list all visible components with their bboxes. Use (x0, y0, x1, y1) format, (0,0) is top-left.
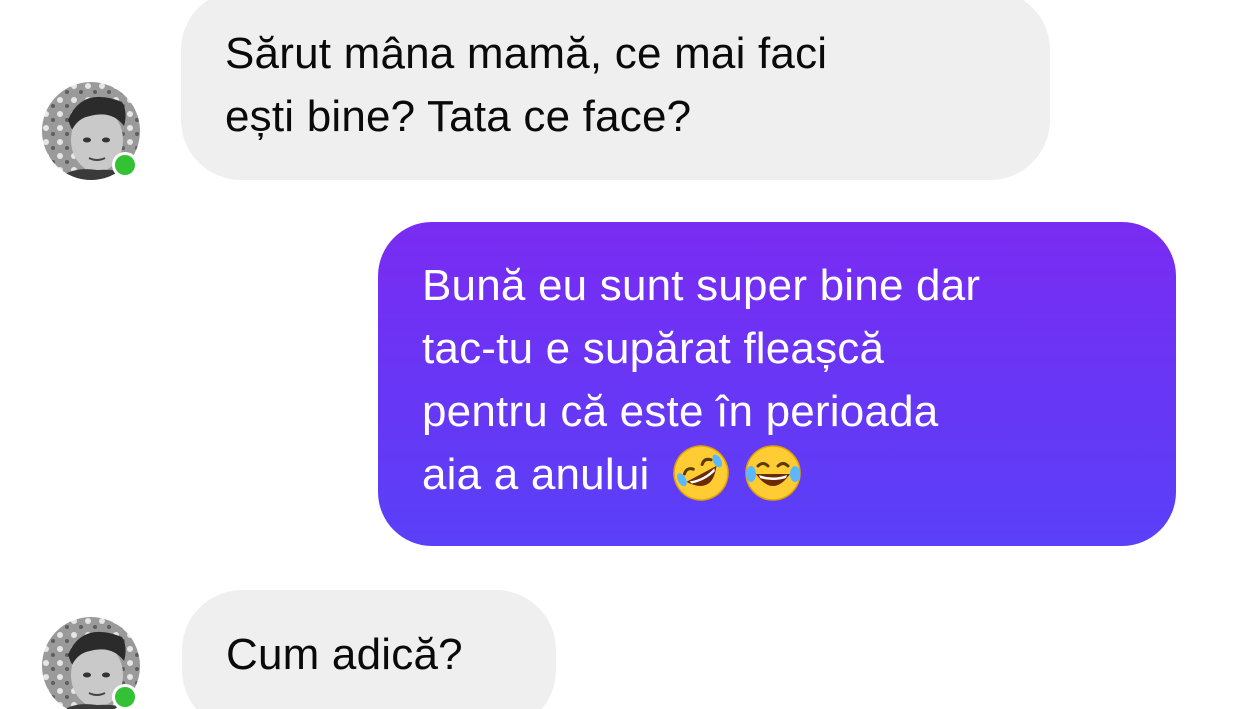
message-text-line: tac-tu e supărat fleașcă (422, 324, 885, 373)
incoming-message-bubble[interactable]: Cum adică? (182, 590, 556, 709)
online-status-dot (112, 152, 138, 178)
message-text-line: Bună eu sunt super bine dar (422, 261, 981, 310)
incoming-message-bubble[interactable]: Sărut mâna mamă, ce mai faci ești bine? … (181, 0, 1050, 180)
online-status-dot (112, 684, 138, 709)
tears-of-joy-emoji (745, 445, 802, 502)
message-text-line: aia a anului (422, 450, 650, 499)
message-text-line: Cum adică? (226, 630, 463, 679)
message-text-line: ești bine? Tata ce face? (225, 92, 692, 141)
chat-thread: Sărut mâna mamă, ce mai faci ești bine? … (0, 0, 1260, 709)
rolling-on-floor-laughing-emoji (673, 445, 729, 502)
message-text-line: Sărut mâna mamă, ce mai faci (225, 29, 828, 78)
message-last-line: aia a anului (422, 443, 1176, 506)
outgoing-message-bubble[interactable]: Bună eu sunt super bine dar tac-tu e sup… (378, 222, 1176, 546)
message-text-line: pentru că este în perioada (422, 387, 939, 436)
